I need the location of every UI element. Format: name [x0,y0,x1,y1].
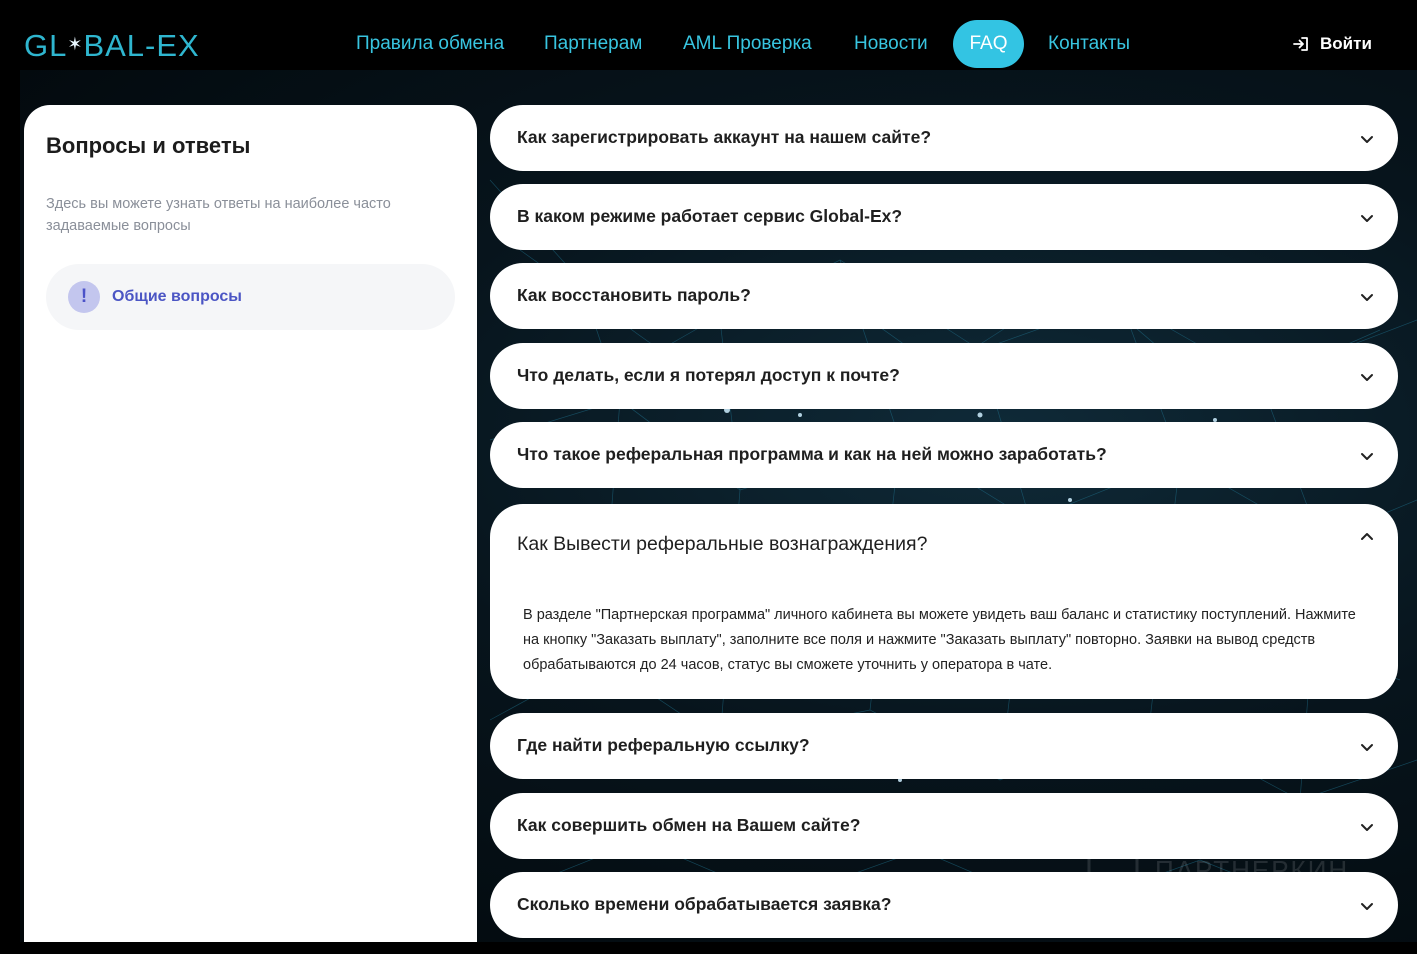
faq-question: Как восстановить пароль? [517,285,751,305]
chevron-down-icon [1361,215,1373,222]
login-arrow-icon [1293,37,1308,51]
faq-item-expanded[interactable]: Как Вывести реферальные вознаграждения? … [490,504,1398,699]
faq-question: Где найти реферальную ссылку? [517,735,810,755]
watermark: ПАРТНЕРКИН [1085,840,1349,900]
chevron-down-icon [1361,294,1373,301]
nav-news[interactable]: Новости [854,20,934,68]
logo-star-icon: ✶ [67,34,84,54]
exclamation-icon: ! [68,281,100,313]
faq-item[interactable]: Как зарегистрировать аккаунт на нашем са… [490,105,1398,171]
chevron-down-icon [1361,136,1373,143]
faq-sidebar: Вопросы и ответы Здесь вы можете узнать … [24,105,477,942]
chevron-down-icon [1361,744,1373,751]
nav-contacts[interactable]: Контакты [1048,20,1140,68]
faq-item[interactable]: Что такое реферальная программа и как на… [490,422,1398,488]
chat-bubble-icon [1087,842,1139,897]
category-label: Общие вопросы [112,288,242,305]
category-general-questions[interactable]: ! Общие вопросы [46,264,455,330]
site-logo[interactable]: GL✶BAL-EX [24,28,200,64]
nav-partners[interactable]: Партнерам [544,20,644,68]
faq-question: В каком режиме работает сервис Global-Ex… [517,206,903,226]
faq-question: Как Вывести реферальные вознаграждения? [517,533,928,555]
login-button[interactable]: Войти [1292,34,1372,54]
chevron-up-icon [1361,533,1373,540]
sidebar-title: Вопросы и ответы [46,133,251,158]
faq-item[interactable]: Где найти реферальную ссылку? [490,713,1398,779]
faq-question: Как зарегистрировать аккаунт на нашем са… [517,127,932,147]
faq-item[interactable]: Как восстановить пароль? [490,263,1398,329]
faq-question: Как совершить обмен на Вашем сайте? [517,815,861,835]
faq-item[interactable]: В каком режиме работает сервис Global-Ex… [490,184,1398,250]
faq-answer: В разделе "Партнерская программа" личног… [523,607,1356,673]
login-label: Войти [1320,34,1372,53]
chevron-down-icon [1361,374,1373,381]
faq-question: Что такое реферальная программа и как на… [517,444,1107,464]
logo-text-right: BAL-EX [83,28,200,63]
nav-faq[interactable]: FAQ [953,20,1024,68]
faq-item[interactable]: Что делать, если я потерял доступ к почт… [490,343,1398,409]
sidebar-description: Здесь вы можете узнать ответы на наиболе… [46,196,391,234]
chevron-down-icon [1361,903,1373,910]
chevron-down-icon [1361,824,1373,831]
nav-aml-check[interactable]: AML Проверка [683,20,818,68]
watermark-text: ПАРТНЕРКИН [1155,854,1350,885]
faq-question: Что делать, если я потерял доступ к почт… [517,365,900,385]
faq-question: Сколько времени обрабатывается заявка? [517,894,892,914]
chevron-down-icon [1361,453,1373,460]
site-header: GL✶BAL-EX Правила обмена Партнерам AML П… [20,20,1417,70]
nav-exchange-rules[interactable]: Правила обмена [356,20,506,68]
logo-text-left: GL [24,28,68,63]
